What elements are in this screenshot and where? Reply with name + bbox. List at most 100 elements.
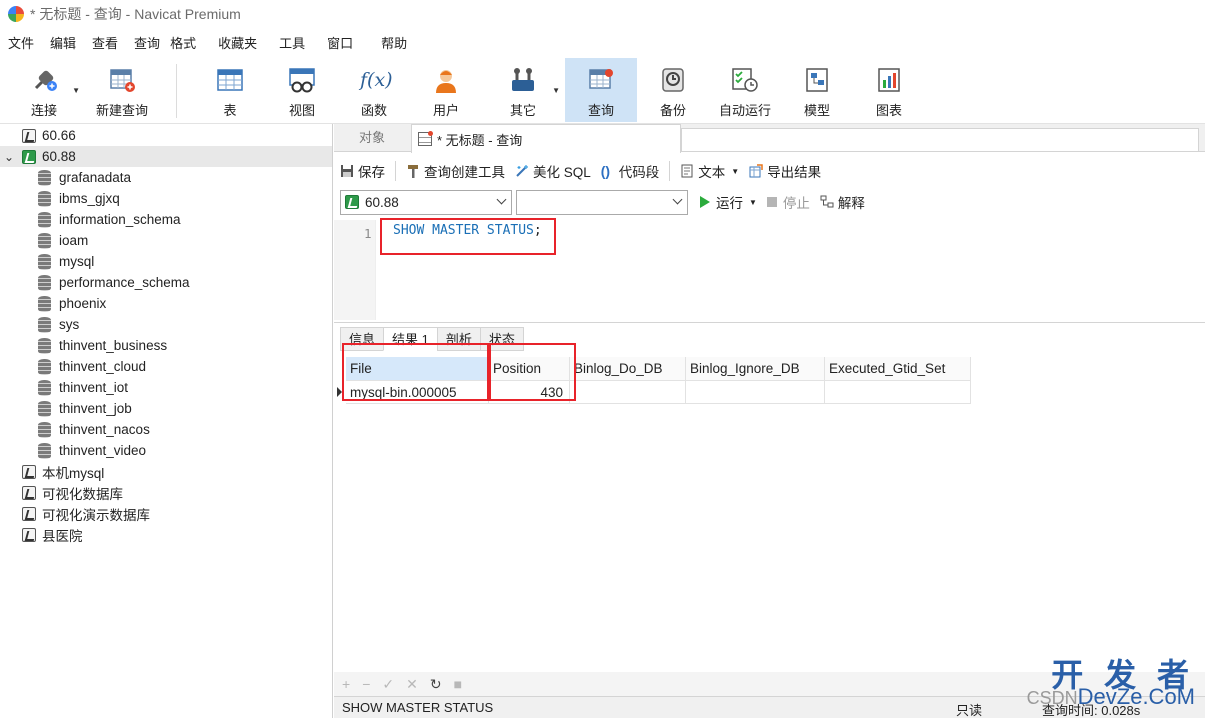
- parentheses-icon: (): [600, 163, 611, 179]
- tree-database-item[interactable]: thinvent_video: [0, 440, 332, 461]
- tree-database-item[interactable]: thinvent_nacos: [0, 419, 332, 440]
- tree-connection-60-66[interactable]: 60.66: [0, 125, 332, 146]
- table-row[interactable]: mysql-bin.000005 430: [346, 381, 971, 404]
- connection-selector-bar: 60.88 运行 ▼ 停止 解释: [340, 189, 875, 215]
- plug-icon: [30, 66, 58, 94]
- menu-window[interactable]: 窗口: [319, 32, 361, 56]
- tree-database-item[interactable]: information_schema: [0, 209, 332, 230]
- tab-query[interactable]: * 无标题 - 查询: [411, 124, 681, 153]
- database-select[interactable]: [516, 189, 688, 215]
- toolbar-others-button[interactable]: ▼ 其它: [498, 58, 560, 122]
- apply-changes-icon[interactable]: ✓: [382, 676, 394, 693]
- column-header-binlog-do-db[interactable]: Binlog_Do_DB: [570, 357, 686, 381]
- stop-button[interactable]: 停止: [766, 192, 810, 212]
- tab-status[interactable]: 状态: [479, 327, 524, 351]
- menu-view[interactable]: 查看: [84, 32, 126, 56]
- add-row-icon[interactable]: +: [342, 676, 350, 692]
- editor-results-divider[interactable]: [334, 322, 1205, 323]
- grid-action-bar: + − ✓ ✕ ↻ ■: [334, 672, 1205, 696]
- user-icon: [432, 66, 460, 94]
- tree-database-item[interactable]: sys: [0, 314, 332, 335]
- tree-database-item[interactable]: performance_schema: [0, 272, 332, 293]
- tree-database-item[interactable]: ibms_gjxq: [0, 188, 332, 209]
- tree-database-item[interactable]: mysql: [0, 251, 332, 272]
- beautify-sql-button[interactable]: 美化 SQL: [515, 161, 591, 181]
- dropdown-arrow-icon[interactable]: ▼: [749, 198, 757, 207]
- model-icon: [803, 66, 831, 94]
- new-query-icon: [108, 66, 136, 94]
- tree-connection-item[interactable]: 可视化数据库: [0, 482, 332, 503]
- sql-code[interactable]: SHOW MASTER STATUS;: [393, 222, 542, 240]
- menu-tools[interactable]: 工具: [271, 32, 313, 56]
- code-snippet-button[interactable]: () 代码段: [601, 161, 660, 181]
- query-builder-button[interactable]: 查询创建工具: [406, 161, 505, 181]
- column-header-file[interactable]: File: [346, 357, 489, 381]
- backup-icon: [659, 66, 687, 94]
- stop-icon[interactable]: ■: [454, 676, 462, 692]
- toolbar-new-query-button[interactable]: 新建查询: [92, 58, 152, 122]
- column-header-binlog-ignore-db[interactable]: Binlog_Ignore_DB: [686, 357, 825, 381]
- tab-info[interactable]: 信息: [340, 327, 384, 351]
- toolbar-model-button[interactable]: 模型: [793, 58, 841, 122]
- export-results-button[interactable]: 导出结果: [749, 161, 821, 181]
- cell-position[interactable]: 430: [489, 381, 570, 404]
- toolbar-connect-button[interactable]: ▼ 连接: [20, 58, 80, 122]
- column-header-position[interactable]: Position: [489, 357, 570, 381]
- tree-database-label: thinvent_job: [59, 401, 132, 416]
- menu-format[interactable]: 格式: [162, 32, 204, 56]
- tree-connection-item[interactable]: 可视化演示数据库: [0, 503, 332, 524]
- discard-changes-icon[interactable]: ✕: [406, 676, 418, 693]
- cell-binlog-ignore-db[interactable]: [686, 381, 825, 404]
- chevron-down-icon[interactable]: ⌄: [2, 150, 16, 164]
- database-icon: [38, 295, 51, 312]
- tree-database-item[interactable]: ioam: [0, 230, 332, 251]
- magic-wand-icon: [515, 164, 529, 178]
- menu-edit[interactable]: 编辑: [42, 32, 84, 56]
- tree-database-item[interactable]: phoenix: [0, 293, 332, 314]
- tab-profile[interactable]: 剖析: [436, 327, 480, 351]
- text-mode-label: 文本: [698, 165, 726, 180]
- cell-binlog-do-db[interactable]: [570, 381, 686, 404]
- tab-result-1[interactable]: 结果 1: [383, 327, 437, 351]
- run-button[interactable]: 运行 ▼: [700, 192, 757, 212]
- tree-connection-60-88[interactable]: ⌄ 60.88: [0, 146, 332, 167]
- tree-database-item[interactable]: thinvent_business: [0, 335, 332, 356]
- explain-button[interactable]: 解释: [820, 192, 865, 212]
- text-mode-button[interactable]: 文本 ▼: [680, 161, 739, 181]
- tab-objects[interactable]: 对象: [334, 124, 410, 152]
- tab-area-blank: [681, 128, 1199, 152]
- connection-select[interactable]: 60.88: [340, 189, 512, 215]
- menu-help[interactable]: 帮助: [373, 32, 415, 56]
- database-icon: [38, 358, 51, 375]
- toolbar-function-button[interactable]: f(x) 函数: [349, 58, 399, 122]
- tree-connection-item[interactable]: 县医院: [0, 524, 332, 545]
- column-header-executed-gtid-set[interactable]: Executed_Gtid_Set: [825, 357, 971, 381]
- title-bar: * 无标题 - 查询 - Navicat Premium: [0, 0, 1205, 28]
- tree-database-item[interactable]: thinvent_cloud: [0, 356, 332, 377]
- code-snippet-label: 代码段: [618, 165, 660, 180]
- tree-database-item[interactable]: grafanadata: [0, 167, 332, 188]
- cell-file[interactable]: mysql-bin.000005: [346, 381, 489, 404]
- toolbar-table-button[interactable]: 表: [205, 58, 255, 122]
- refresh-icon[interactable]: ↻: [430, 676, 442, 693]
- dropdown-arrow-icon[interactable]: ▼: [731, 167, 739, 176]
- toolbar-user-button[interactable]: 用户: [421, 58, 471, 122]
- save-button[interactable]: 保存: [340, 161, 385, 181]
- toolbar-query-button[interactable]: 查询: [565, 58, 637, 122]
- toolbar-automation-button[interactable]: 自动运行: [716, 58, 774, 122]
- cell-executed-gtid-set[interactable]: [825, 381, 971, 404]
- menu-favorites[interactable]: 收藏夹: [210, 32, 265, 56]
- tree-database-item[interactable]: thinvent_job: [0, 398, 332, 419]
- tree-connection-item[interactable]: 本机mysql: [0, 461, 332, 482]
- delete-row-icon[interactable]: −: [362, 676, 370, 692]
- window-title: * 无标题 - 查询 - Navicat Premium: [30, 6, 241, 22]
- tree-connection-label: 可视化演示数据库: [42, 507, 150, 523]
- toolbar-backup-button[interactable]: 备份: [648, 58, 698, 122]
- sql-editor[interactable]: 1 SHOW MASTER STATUS;: [334, 218, 1199, 320]
- menu-file[interactable]: 文件: [0, 32, 42, 56]
- tree-database-item[interactable]: thinvent_iot: [0, 377, 332, 398]
- toolbar-chart-button[interactable]: 图表: [865, 58, 913, 122]
- toolbar-view-button[interactable]: 视图: [277, 58, 327, 122]
- document-icon: [680, 164, 694, 178]
- table-icon: [216, 66, 244, 94]
